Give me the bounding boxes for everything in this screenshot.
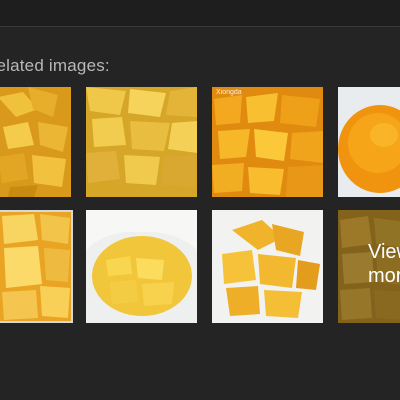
flakes-image-icon <box>0 87 71 197</box>
related-image-5[interactable] <box>0 210 73 323</box>
view-more-label: View more <box>368 240 400 288</box>
related-image-1[interactable] <box>0 87 71 197</box>
section-title: Related images: <box>0 56 110 75</box>
related-image-6[interactable] <box>86 210 197 323</box>
view-more-line2: more <box>368 265 400 287</box>
view-more-tile[interactable]: View more <box>338 210 400 323</box>
image-watermark: Xiongda <box>216 89 242 96</box>
flakes-image-icon <box>86 87 197 197</box>
view-more-line1: View <box>368 241 400 263</box>
sack-image-icon <box>86 210 197 323</box>
flakes-image-icon <box>0 210 73 323</box>
related-image-2[interactable] <box>86 87 197 197</box>
top-bar <box>0 0 400 27</box>
flakes-image-icon <box>212 210 323 323</box>
related-image-4[interactable] <box>338 87 400 197</box>
related-images-page: Related images: <box>0 0 400 400</box>
flakes-image-icon <box>212 87 323 197</box>
powder-image-icon <box>338 87 400 197</box>
related-image-7[interactable] <box>212 210 323 323</box>
related-image-3[interactable]: Xiongda <box>212 87 323 197</box>
